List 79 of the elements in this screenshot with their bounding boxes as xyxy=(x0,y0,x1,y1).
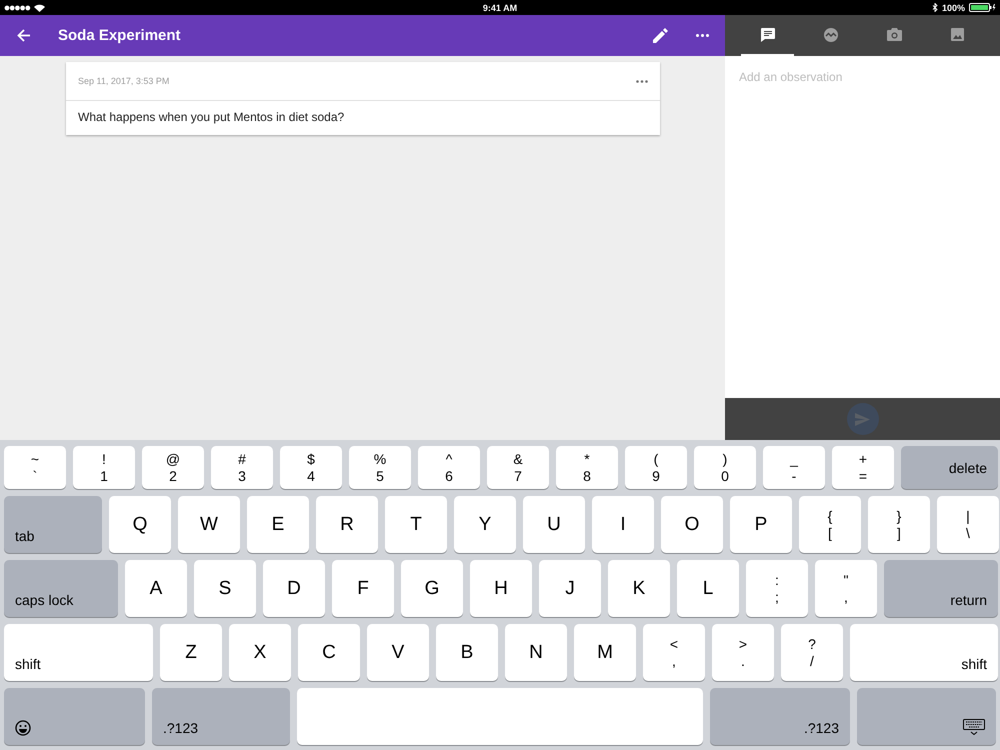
symbol-key[interactable]: $ 4 xyxy=(280,446,342,489)
letter-key[interactable]: V xyxy=(367,624,429,681)
pencil-icon xyxy=(653,28,668,43)
numbers-key[interactable]: .?123 xyxy=(152,688,290,745)
more-icon xyxy=(636,80,648,82)
symbol-key[interactable]: ^ 6 xyxy=(418,446,480,489)
symbol-key[interactable]: % 5 xyxy=(349,446,411,489)
back-arrow-icon xyxy=(17,29,31,42)
wave-icon xyxy=(824,28,838,42)
symbol-key[interactable]: + = xyxy=(832,446,894,489)
symbol-key[interactable]: ~ ` xyxy=(4,446,66,489)
letter-key[interactable]: B xyxy=(436,624,498,681)
letter-key[interactable]: K xyxy=(608,560,670,617)
letter-key[interactable]: O xyxy=(661,496,723,553)
symbol-key[interactable]: { [ xyxy=(799,496,861,553)
signal-icon xyxy=(4,4,31,10)
comment-icon xyxy=(760,28,774,42)
letter-key[interactable]: Q xyxy=(109,496,171,553)
more-icon xyxy=(696,34,709,37)
letter-key[interactable]: X xyxy=(229,624,291,681)
letter-key[interactable]: Z xyxy=(160,624,222,681)
keyboard-icon xyxy=(963,719,985,736)
letter-key[interactable]: F xyxy=(332,560,394,617)
shift-key[interactable]: shift xyxy=(4,624,153,681)
battery-percent: 100% xyxy=(942,2,965,12)
letter-key[interactable]: T xyxy=(385,496,447,553)
note-text: What happens when you put Mentos in diet soda? xyxy=(77,109,346,126)
letter-key[interactable]: H xyxy=(470,560,532,617)
camera-icon xyxy=(886,28,902,41)
letter-key[interactable]: I xyxy=(592,496,654,553)
symbol-key[interactable]: | \ xyxy=(937,496,999,553)
letter-key[interactable]: D xyxy=(263,560,325,617)
smiley-icon xyxy=(15,720,31,736)
letter-key[interactable]: C xyxy=(298,624,360,681)
tab-key[interactable]: tab xyxy=(4,496,102,553)
back-button[interactable] xyxy=(17,29,31,42)
note-timestamp: Sep 11, 2017, 3:53 PM xyxy=(78,76,170,86)
letter-key[interactable]: U xyxy=(523,496,585,553)
battery-icon xyxy=(969,3,996,12)
symbol-key[interactable]: : ; xyxy=(746,560,808,617)
experiment-title: Soda Experiment xyxy=(58,27,182,44)
symbol-key[interactable]: _ - xyxy=(763,446,825,489)
note-menu-button[interactable] xyxy=(636,80,648,82)
symbol-key[interactable]: } ] xyxy=(868,496,930,553)
letter-key[interactable]: N xyxy=(505,624,567,681)
symbol-key[interactable]: @ 2 xyxy=(142,446,204,489)
symbol-key[interactable]: ! 1 xyxy=(73,446,135,489)
symbol-key[interactable]: & 7 xyxy=(487,446,549,489)
send-icon xyxy=(855,412,870,426)
letter-key[interactable]: J xyxy=(539,560,601,617)
symbol-key[interactable]: > . xyxy=(712,624,774,681)
letter-key[interactable]: L xyxy=(677,560,739,617)
symbol-key[interactable]: " , xyxy=(815,560,877,617)
status-time: 9:41 AM xyxy=(482,2,518,12)
more-button[interactable] xyxy=(696,34,709,37)
letter-key[interactable]: M xyxy=(574,624,636,681)
letter-key[interactable]: E xyxy=(247,496,309,553)
symbol-key[interactable]: < , xyxy=(643,624,705,681)
symbol-key[interactable]: * 8 xyxy=(556,446,618,489)
caps-lock-key[interactable]: caps lock xyxy=(4,560,118,617)
edit-button[interactable] xyxy=(653,28,668,43)
letter-key[interactable]: W xyxy=(178,496,240,553)
bluetooth-icon xyxy=(932,3,938,12)
image-icon xyxy=(950,28,964,41)
letter-key[interactable]: G xyxy=(401,560,463,617)
shift-key[interactable]: shift xyxy=(850,624,998,681)
symbol-key[interactable]: ( 9 xyxy=(625,446,687,489)
numbers-key[interactable]: .?123 xyxy=(710,688,850,745)
symbol-key[interactable]: # 3 xyxy=(211,446,273,489)
delete-key[interactable]: delete xyxy=(901,446,998,489)
letter-key[interactable]: Y xyxy=(454,496,516,553)
letter-key[interactable]: S xyxy=(194,560,256,617)
wifi-icon xyxy=(34,4,45,12)
return-key[interactable]: return xyxy=(884,560,998,617)
letter-key[interactable]: R xyxy=(316,496,378,553)
symbol-key[interactable]: ) 0 xyxy=(694,446,756,489)
letter-key[interactable]: P xyxy=(730,496,792,553)
symbol-key[interactable]: ? / xyxy=(781,624,843,681)
letter-key[interactable]: A xyxy=(125,560,187,617)
